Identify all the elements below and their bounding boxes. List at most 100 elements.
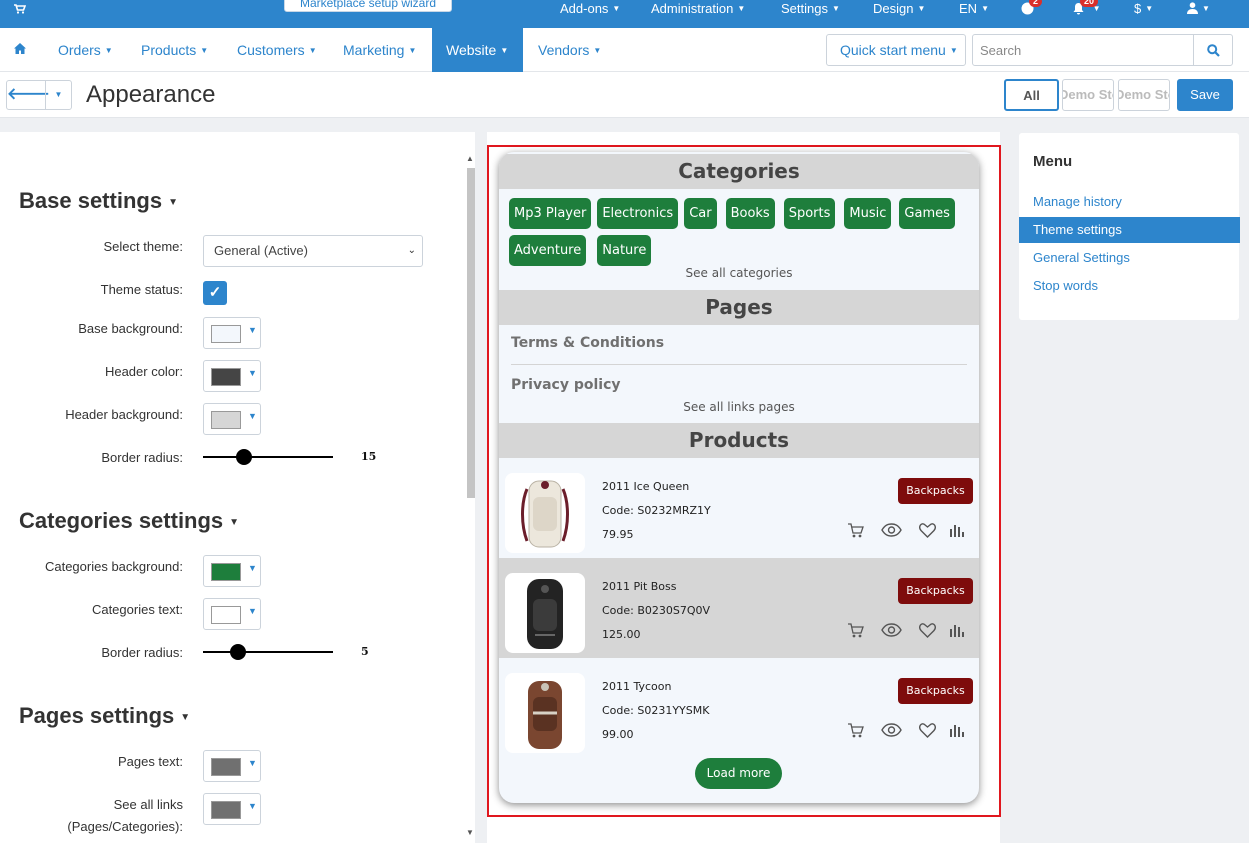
- cart-icon[interactable]: [14, 2, 27, 17]
- form-scrollbar[interactable]: ▲ ▼: [465, 152, 477, 843]
- caret-down-icon: ▼: [500, 46, 509, 55]
- storefront-all-button[interactable]: All: [1004, 79, 1059, 111]
- eye-icon[interactable]: [881, 523, 903, 541]
- base-settings-heading[interactable]: Base settings ▼: [19, 188, 178, 216]
- cart-icon[interactable]: [847, 523, 869, 541]
- scroll-thumb[interactable]: [467, 168, 475, 498]
- product-code: Code: S0231YYSMK: [602, 704, 710, 717]
- page-link[interactable]: Privacy policy: [511, 377, 621, 393]
- nav-website[interactable]: Website ▼: [432, 28, 523, 72]
- cart-icon[interactable]: [847, 723, 869, 741]
- heart-icon[interactable]: [919, 623, 941, 641]
- product-image-backpack[interactable]: [505, 573, 585, 653]
- notifications-menu[interactable]: 20 ▼: [1072, 0, 1106, 18]
- nav-products[interactable]: Products ▼: [127, 28, 222, 72]
- menu-label: EN: [959, 1, 978, 16]
- nav-vendors[interactable]: Vendors ▼: [524, 28, 615, 72]
- product-row[interactable]: 2011 Ice Queen Code: S0232MRZ1Y 79.95 Ba…: [499, 458, 979, 558]
- category-chip[interactable]: Mp3 Player: [509, 198, 592, 229]
- category-chip[interactable]: Music: [844, 198, 892, 229]
- theme-status-checkbox[interactable]: ✓: [203, 281, 227, 305]
- product-category-badge[interactable]: Backpacks: [898, 678, 973, 704]
- back-dropdown-button[interactable]: ▼: [45, 80, 72, 110]
- categories-header: Categories: [499, 154, 979, 189]
- heart-icon[interactable]: [919, 723, 941, 741]
- categories-border-radius-slider[interactable]: [203, 644, 333, 660]
- border-radius-slider[interactable]: [203, 449, 333, 465]
- menu-settings[interactable]: Settings ▼: [781, 0, 840, 18]
- search-input[interactable]: [972, 34, 1194, 66]
- product-price: 79.95: [602, 528, 634, 541]
- category-chip[interactable]: Books: [725, 198, 775, 229]
- product-category-badge[interactable]: Backpacks: [898, 478, 973, 504]
- categories-text-color-picker[interactable]: ▼: [203, 598, 261, 630]
- header-background-color-picker[interactable]: ▼: [203, 403, 261, 435]
- menu-stop-words[interactable]: Stop words: [1019, 273, 1239, 299]
- compare-icon[interactable]: [949, 723, 971, 741]
- category-chip[interactable]: Car: [684, 198, 717, 229]
- save-button[interactable]: Save: [1177, 79, 1233, 111]
- storefront-demo-store-button[interactable]: Demo Store: [1062, 79, 1114, 111]
- product-image-backpack[interactable]: [505, 673, 585, 753]
- product-image-backpack[interactable]: [505, 473, 585, 553]
- menu-language[interactable]: EN ▼: [959, 0, 989, 18]
- product-row[interactable]: 2011 Tycoon Code: S0231YYSMK 99.00 Backp…: [499, 658, 979, 758]
- menu-addons[interactable]: Add-ons ▼: [560, 0, 620, 18]
- category-chip[interactable]: Games: [899, 198, 955, 229]
- section-title: Categories settings: [19, 508, 224, 533]
- scroll-up-icon[interactable]: ▲: [466, 154, 474, 163]
- select-theme-dropdown[interactable]: General (Active) ⌄: [203, 235, 423, 267]
- nav-marketing[interactable]: Marketing ▼: [329, 28, 430, 72]
- menu-manage-history[interactable]: Manage history: [1019, 189, 1239, 215]
- caret-down-icon: ▼: [831, 4, 840, 13]
- product-category-badge[interactable]: Backpacks: [898, 578, 973, 604]
- category-chip[interactable]: Sports: [783, 198, 836, 229]
- heart-icon[interactable]: [919, 523, 941, 541]
- see-all-pages-link[interactable]: See all links pages: [499, 400, 979, 414]
- compare-icon[interactable]: [949, 623, 971, 641]
- load-more-button[interactable]: Load more: [695, 758, 782, 789]
- category-chip[interactable]: Nature: [597, 235, 652, 266]
- search-button[interactable]: [1193, 34, 1233, 66]
- eye-icon[interactable]: [881, 623, 903, 641]
- quick-start-menu-button[interactable]: Quick start menu ▼: [826, 34, 966, 66]
- pages-text-color-picker[interactable]: ▼: [203, 750, 261, 782]
- back-button[interactable]: 🡐: [6, 80, 50, 110]
- product-name[interactable]: 2011 Tycoon: [602, 680, 672, 693]
- home-icon[interactable]: [14, 42, 26, 57]
- cart-icon[interactable]: [847, 623, 869, 641]
- menu-theme-settings[interactable]: Theme settings: [1019, 217, 1240, 243]
- label-line: (Pages/Categories):: [67, 819, 183, 834]
- eye-icon[interactable]: [881, 723, 903, 741]
- search-icon: [1206, 42, 1220, 58]
- product-row[interactable]: 2011 Pit Boss Code: B0230S7Q0V 125.00 Ba…: [499, 558, 979, 658]
- nav-customers[interactable]: Customers ▼: [223, 28, 331, 72]
- theme-status-label: Theme status:: [100, 282, 183, 297]
- product-name[interactable]: 2011 Pit Boss: [602, 580, 677, 593]
- slider-handle[interactable]: [236, 449, 252, 465]
- storefront-demo-store-button-2[interactable]: Demo Store: [1118, 79, 1170, 111]
- header-color-picker[interactable]: ▼: [203, 360, 261, 392]
- nav-label: Customers: [237, 42, 305, 58]
- page-link[interactable]: Terms & Conditions: [511, 335, 664, 351]
- base-background-color-picker[interactable]: ▼: [203, 317, 261, 349]
- slider-handle[interactable]: [230, 644, 246, 660]
- product-name[interactable]: 2011 Ice Queen: [602, 480, 689, 493]
- marketplace-setup-wizard-button[interactable]: Marketplace setup wizard: [284, 0, 452, 12]
- category-chip[interactable]: Adventure: [509, 235, 587, 266]
- currency-menu[interactable]: $ ▼: [1134, 0, 1153, 18]
- scroll-down-icon[interactable]: ▼: [466, 828, 474, 837]
- categories-settings-heading[interactable]: Categories settings ▼: [19, 508, 239, 536]
- menu-general-settings[interactable]: General Settings: [1019, 245, 1239, 271]
- help-menu[interactable]: 2: [1021, 0, 1051, 18]
- menu-design[interactable]: Design ▼: [873, 0, 925, 18]
- categories-background-color-picker[interactable]: ▼: [203, 555, 261, 587]
- compare-icon[interactable]: [949, 523, 971, 541]
- see-all-links-color-picker[interactable]: ▼: [203, 793, 261, 825]
- user-menu[interactable]: ▼: [1187, 0, 1210, 18]
- menu-administration[interactable]: Administration ▼: [651, 0, 745, 18]
- category-chip[interactable]: Electronics: [597, 198, 679, 229]
- pages-settings-heading[interactable]: Pages settings ▼: [19, 703, 190, 731]
- nav-orders[interactable]: Orders ▼: [44, 28, 127, 72]
- see-all-categories-link[interactable]: See all categories: [499, 266, 979, 280]
